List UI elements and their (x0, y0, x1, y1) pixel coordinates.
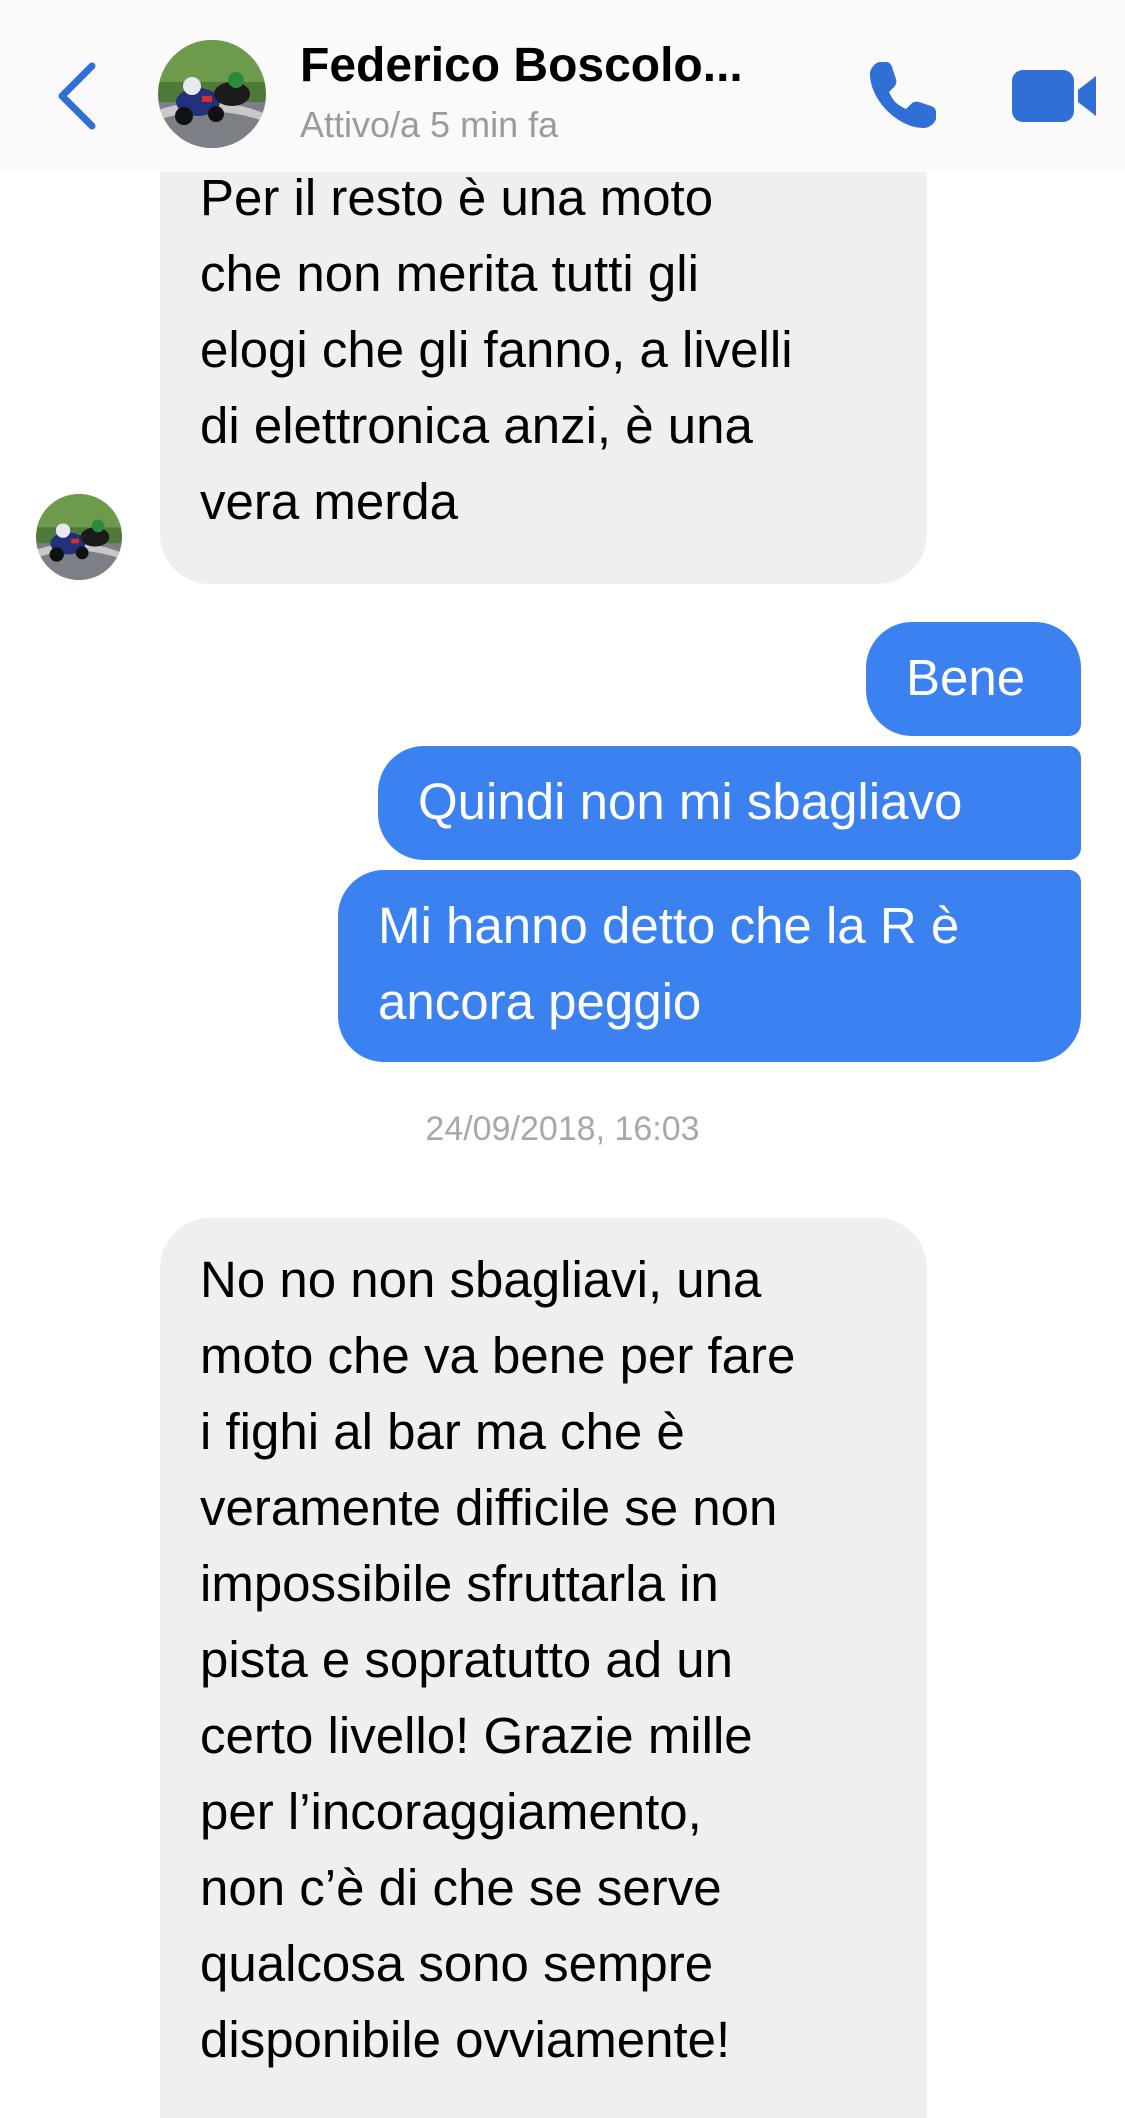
conversation-header: Federico Boscolo... Attivo/a 5 min fa (0, 0, 1125, 172)
message-text: Mi hanno detto che la R è ancora peggio (378, 897, 960, 1030)
video-call-button[interactable] (1010, 66, 1100, 126)
outgoing-message-bubble[interactable]: Bene (866, 622, 1081, 736)
call-button[interactable] (866, 56, 942, 132)
message-text: Quindi non mi sbagliavo (418, 773, 963, 830)
incoming-message-bubble[interactable]: No no non sbagliavi, una moto che va ben… (160, 1218, 927, 2118)
message-text: No no non sbagliavi, una moto che va ben… (200, 1251, 796, 2068)
contact-status: Attivo/a 5 min fa (300, 104, 559, 145)
video-camera-icon (1012, 70, 1096, 122)
incoming-message-bubble[interactable]: Per il resto è una moto che non merita t… (160, 150, 927, 584)
message-text: Bene (906, 649, 1026, 706)
message-text: Per il resto è una moto che non merita t… (200, 169, 793, 530)
contact-avatar[interactable] (158, 40, 266, 148)
outgoing-message-bubble[interactable]: Quindi non mi sbagliavo (378, 746, 1081, 860)
outgoing-message-bubble[interactable]: Mi hanno detto che la R è ancora peggio (338, 870, 1081, 1062)
back-button[interactable] (52, 60, 102, 132)
phone-icon (870, 62, 936, 128)
contact-name[interactable]: Federico Boscolo... (300, 38, 800, 93)
sender-avatar[interactable] (36, 494, 122, 580)
message-timestamp: 24/09/2018, 16:03 (425, 1110, 700, 1148)
chevron-left-icon (58, 62, 96, 130)
